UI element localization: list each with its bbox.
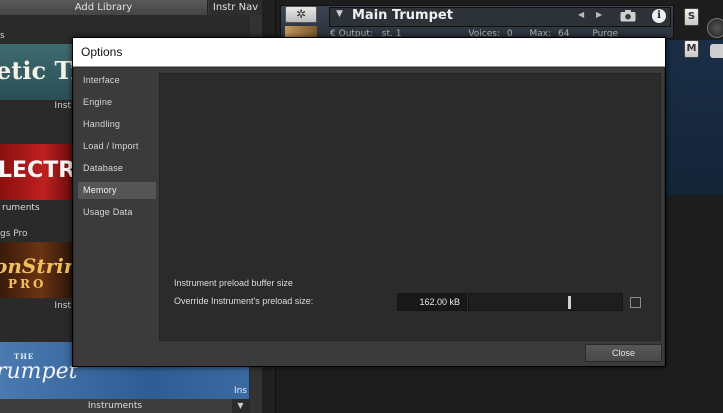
- info-icon[interactable]: i: [652, 9, 666, 23]
- mute-button[interactable]: M: [684, 40, 699, 58]
- dialog-titlebar[interactable]: Options: [73, 38, 665, 67]
- options-dialog: Options Interface Engine Handling Load / Im…: [72, 37, 666, 367]
- override-preload-checkbox[interactable]: [630, 297, 641, 308]
- dialog-body: Interface Engine Handling Load / Import Data…: [74, 68, 664, 366]
- library-banner-3[interactable]: onString PRO: [0, 242, 73, 298]
- gear-icon[interactable]: ✲: [285, 6, 317, 23]
- preload-size-field[interactable]: 162.00 kB: [397, 293, 467, 311]
- library-entry-footer: Inst: [0, 300, 73, 312]
- library-banner-text: etic Tr: [0, 56, 73, 85]
- kontakt-window: Add Library Instr Nav s etic Tr Inst LEC…: [0, 0, 723, 413]
- library-banner-2[interactable]: LECTRI: [0, 144, 73, 200]
- solo-button[interactable]: S: [684, 8, 699, 26]
- library-foot-label: Inst: [54, 301, 71, 311]
- close-button[interactable]: Close: [585, 344, 662, 362]
- camera-icon[interactable]: [620, 9, 636, 22]
- library-entry-footer: Inst: [0, 100, 73, 112]
- nav-item-handling[interactable]: Handling: [78, 116, 156, 133]
- nav-item-usage-data[interactable]: Usage Data: [78, 204, 156, 221]
- nav-item-load-import[interactable]: Load / Import: [78, 138, 156, 155]
- collapse-arrow-icon[interactable]: ▼: [336, 9, 343, 19]
- nav-item-engine[interactable]: Engine: [78, 94, 156, 111]
- preload-size-slider[interactable]: [468, 293, 623, 311]
- instrument-title[interactable]: Main Trumpet: [352, 8, 453, 23]
- tune-knob[interactable]: [707, 18, 723, 38]
- library-banner-text: onString: [0, 254, 73, 278]
- library-banner-text: rumpet: [0, 359, 78, 384]
- add-library-button[interactable]: Add Library: [0, 0, 208, 15]
- nav-item-memory[interactable]: Memory: [78, 182, 156, 199]
- library-entry-title: gs Pro: [0, 229, 28, 239]
- library-banner-subtext: PRO: [8, 277, 47, 291]
- chevron-left-icon[interactable]: ◀: [578, 10, 584, 19]
- library-entry-title: s: [0, 31, 5, 41]
- instr-nav-button[interactable]: Instr Nav: [209, 0, 262, 15]
- library-foot-label: Inst: [54, 101, 71, 111]
- chevron-right-icon[interactable]: ▶: [596, 10, 602, 19]
- dialog-title: Options: [81, 45, 123, 59]
- memory-panel: Instrument preload buffer size Override …: [159, 73, 661, 341]
- library-bottom-bar: Instruments ▼: [0, 399, 249, 413]
- pan-control[interactable]: [710, 44, 723, 58]
- slider-handle[interactable]: [568, 296, 571, 309]
- nav-item-database[interactable]: Database: [78, 160, 156, 177]
- library-foot-label: ruments: [2, 203, 40, 213]
- chevron-down-icon[interactable]: ▼: [232, 399, 249, 413]
- library-banner-1[interactable]: etic Tr: [0, 44, 73, 100]
- library-foot-label: Ins: [233, 386, 247, 396]
- library-banner-text: LECTRI: [0, 158, 73, 183]
- nav-item-interface[interactable]: Interface: [78, 72, 156, 89]
- override-preload-label: Override Instrument's preload size:: [174, 296, 314, 306]
- preload-buffer-heading: Instrument preload buffer size: [174, 278, 293, 288]
- library-entry-footer: ruments: [0, 202, 73, 214]
- instruments-dropdown[interactable]: Instruments: [0, 399, 230, 413]
